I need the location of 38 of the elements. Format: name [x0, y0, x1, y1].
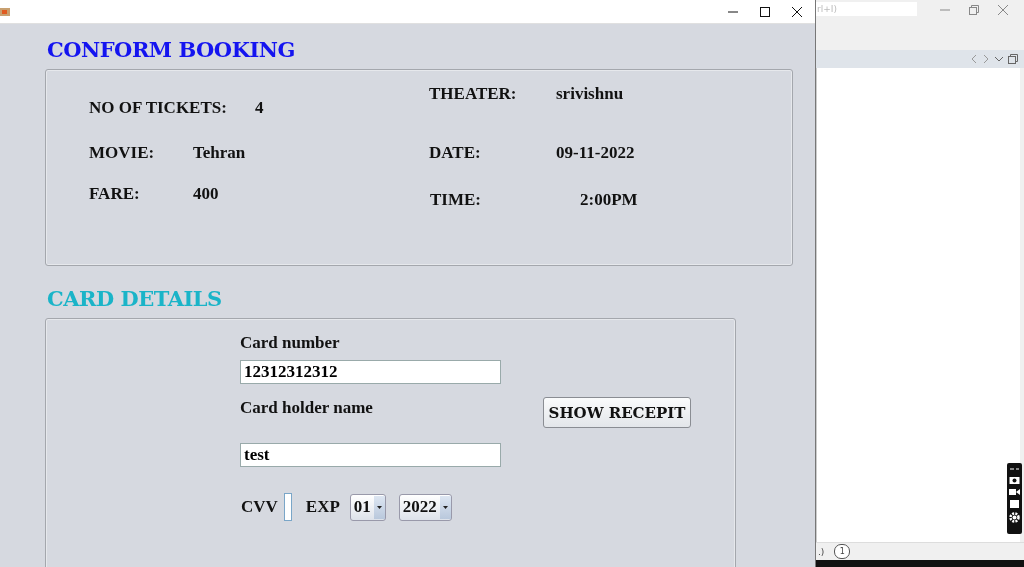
field-value: srivishnu [556, 84, 624, 104]
field-label: EXP [305, 497, 340, 517]
field-value: 4 [254, 98, 264, 118]
input-field[interactable]: test [240, 443, 501, 467]
caret-icon [442, 505, 448, 509]
settings-icon[interactable] [1009, 512, 1020, 523]
field-label: NO OF TICKETS: [89, 98, 227, 118]
field-label: DATE: [429, 143, 482, 163]
restore-icon[interactable] [968, 4, 980, 16]
field-label: MOVIE: [89, 143, 156, 163]
dropdown[interactable]: 2022 [398, 493, 452, 521]
input-field[interactable]: 12312312312 [240, 360, 501, 384]
down-chevron-icon[interactable] [994, 55, 1004, 63]
section-heading: CONFORM BOOKING [47, 37, 296, 63]
notification-badge[interactable]: 1 [834, 544, 851, 559]
caret-icon [376, 505, 382, 509]
maximize-icon[interactable] [759, 5, 771, 18]
field-label: FARE: [89, 184, 141, 204]
field-label: Card number [240, 333, 341, 353]
restore-icon[interactable] [1008, 54, 1018, 64]
field-value: 09-11-2022 [556, 143, 635, 163]
field-value: 2:00PM [579, 190, 638, 210]
field-value: Tehran [193, 143, 246, 163]
show-receipt-button[interactable]: SHOW RECEPIT [543, 397, 691, 428]
app-icon [0, 6, 10, 17]
dropdown[interactable]: 01 [349, 493, 386, 521]
window-icon[interactable] [1009, 499, 1020, 509]
input-field[interactable] [283, 493, 292, 521]
field-label: THEATER: [429, 84, 518, 104]
video-camera-icon[interactable] [1009, 487, 1020, 496]
field-value: 400 [193, 184, 219, 204]
section-heading: CARD DETAILS [47, 286, 223, 312]
camera-icon[interactable] [1009, 475, 1020, 484]
field-label: CVV [241, 497, 278, 517]
close-icon[interactable] [791, 5, 803, 18]
field-label: Card holder name [240, 398, 374, 418]
field-label: TIME: [430, 190, 482, 210]
status-text: .) [818, 546, 825, 557]
